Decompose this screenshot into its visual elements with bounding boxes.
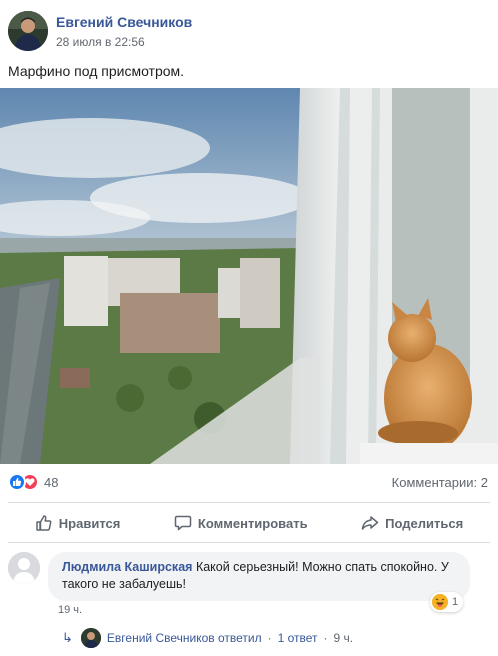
thumbs-up-icon: [36, 515, 52, 531]
post-actions: Нравится Комментировать Поделиться: [8, 506, 490, 540]
post-timestamp[interactable]: 28 июля в 22:56: [56, 34, 192, 50]
post-stats: 48 Комментарии: 2: [8, 470, 488, 494]
replies-count: 1 ответ: [277, 631, 318, 645]
divider: [8, 542, 490, 543]
comment-timestamp[interactable]: 19 ч.: [58, 604, 82, 616]
comments-count[interactable]: Комментарии: 2: [392, 475, 488, 490]
reply-author-avatar: [80, 628, 101, 648]
commenter-avatar[interactable]: [8, 552, 40, 584]
post-photo[interactable]: [0, 88, 498, 464]
haha-reaction-icon: [432, 594, 448, 610]
like-reaction-icon: [8, 473, 26, 491]
reactions-count: 48: [44, 474, 59, 490]
author-name[interactable]: Евгений Свечников: [56, 13, 192, 31]
comment-bubble: Людмила Каширская Какой серьезный! Можно…: [48, 552, 470, 601]
divider: [8, 502, 490, 503]
share-button[interactable]: Поделиться: [351, 510, 473, 536]
post-header: Евгений Свечников 28 июля в 22:56: [8, 10, 192, 52]
comment-button[interactable]: Комментировать: [164, 510, 318, 536]
author-avatar[interactable]: [8, 11, 48, 51]
post-text: Марфино под присмотром.: [8, 63, 185, 79]
replies-summary[interactable]: ↳ Евгений Свечников ответил · 1 ответ · …: [62, 628, 353, 648]
separator-dot: ·: [323, 631, 328, 645]
comment-reaction-count: 1: [452, 596, 459, 608]
like-button[interactable]: Нравится: [25, 510, 131, 536]
reactions-summary[interactable]: 48: [8, 473, 58, 491]
comment-reaction-badge[interactable]: 1: [430, 592, 464, 612]
comment-button-label: Комментировать: [197, 515, 308, 531]
share-button-label: Поделиться: [385, 515, 464, 531]
separator-dot: ·: [267, 631, 272, 645]
reply-arrow-icon: ↳: [62, 630, 73, 645]
comment-icon: [174, 515, 192, 531]
reply-timestamp: 9 ч.: [333, 631, 354, 645]
reply-author-replied: Евгений Свечников ответил: [106, 631, 262, 645]
like-button-label: Нравится: [58, 515, 121, 531]
share-icon: [361, 516, 379, 530]
commenter-name[interactable]: Людмила Каширская: [62, 560, 192, 574]
